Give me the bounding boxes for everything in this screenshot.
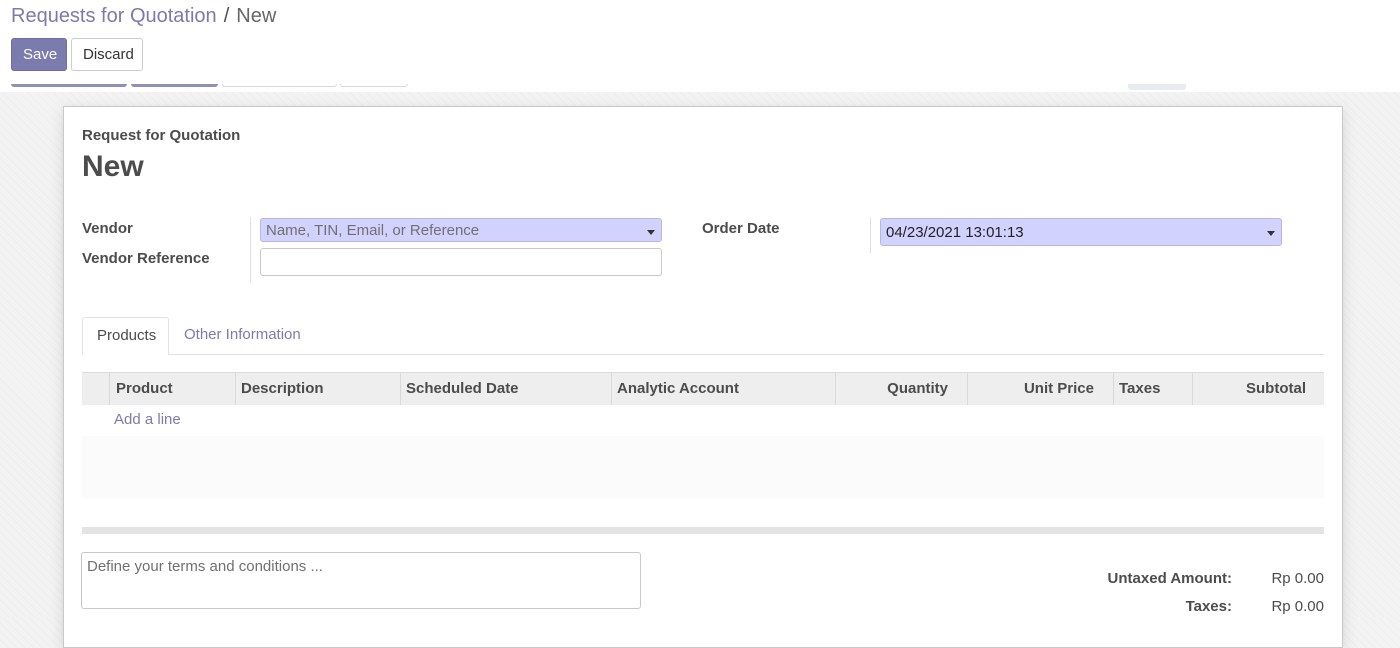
order-lines-header: Product Description Scheduled Date Analy…	[82, 372, 1324, 407]
column-header-unit-price[interactable]: Unit Price	[968, 373, 1114, 405]
column-header-analytic-account[interactable]: Analytic Account	[612, 373, 836, 405]
add-a-line-link[interactable]: Add a line	[114, 411, 181, 428]
taxes-total-value: Rp 0.00	[1271, 598, 1324, 615]
breadcrumb: Requests for Quotation / New	[11, 5, 276, 28]
table-row	[82, 467, 1324, 499]
column-header-description[interactable]: Description	[236, 373, 401, 405]
column-header-quantity[interactable]: Quantity	[836, 373, 968, 405]
untaxed-amount-value: Rp 0.00	[1271, 570, 1324, 587]
chevron-down-icon[interactable]	[647, 230, 655, 235]
vendor-label: Vendor	[82, 220, 133, 237]
header-button-ghost	[131, 84, 218, 87]
order-date-value: 04/23/2021 13:01:13	[886, 223, 1024, 241]
column-header-taxes[interactable]: Taxes	[1114, 373, 1193, 405]
table-row	[82, 498, 1324, 530]
vendor-reference-input[interactable]	[260, 248, 662, 276]
order-lines-footer	[82, 527, 1324, 534]
document-title: New	[82, 150, 144, 183]
notebook-tabs: Products Other Information	[82, 317, 1324, 355]
breadcrumb-current: New	[236, 5, 277, 27]
save-button[interactable]: Save	[11, 38, 67, 71]
header-button-strip	[0, 84, 1400, 92]
untaxed-amount-label: Untaxed Amount:	[1107, 570, 1232, 587]
terms-and-conditions-field[interactable]: Define your terms and conditions ...	[81, 552, 641, 609]
discard-button[interactable]: Discard	[71, 38, 143, 71]
vendor-reference-label: Vendor Reference	[82, 250, 210, 267]
terms-placeholder: Define your terms and conditions ...	[87, 558, 323, 575]
taxes-total-label: Taxes:	[1185, 598, 1232, 615]
field-separator	[250, 217, 251, 283]
header-button-ghost	[222, 84, 337, 87]
order-date-picker[interactable]: 04/23/2021 13:01:13	[880, 218, 1282, 246]
tab-products[interactable]: Products	[82, 317, 169, 355]
breadcrumb-separator: /	[223, 5, 230, 27]
handle-column-header	[82, 373, 110, 405]
column-header-subtotal[interactable]: Subtotal	[1193, 373, 1324, 405]
header-button-ghost	[340, 84, 408, 87]
column-header-product[interactable]: Product	[110, 373, 236, 405]
chevron-down-icon[interactable]	[1267, 231, 1275, 236]
field-separator	[870, 217, 871, 253]
form-sheet: Request for Quotation New Vendor Vendor …	[63, 106, 1343, 648]
breadcrumb-parent-link[interactable]: Requests for Quotation	[11, 5, 217, 27]
table-row	[82, 436, 1324, 468]
statusbar-ghost	[1128, 84, 1186, 90]
tab-other-information[interactable]: Other Information	[170, 317, 315, 354]
table-row: Add a line	[82, 405, 1324, 437]
vendor-placeholder: Name, TIN, Email, or Reference	[266, 221, 480, 239]
control-panel: Requests for Quotation / New Save Discard	[0, 0, 1400, 85]
order-date-label: Order Date	[702, 220, 780, 237]
document-type-label: Request for Quotation	[82, 127, 241, 144]
vendor-select[interactable]: Name, TIN, Email, or Reference	[260, 218, 662, 242]
column-header-scheduled-date[interactable]: Scheduled Date	[401, 373, 612, 405]
header-button-ghost	[11, 84, 127, 87]
